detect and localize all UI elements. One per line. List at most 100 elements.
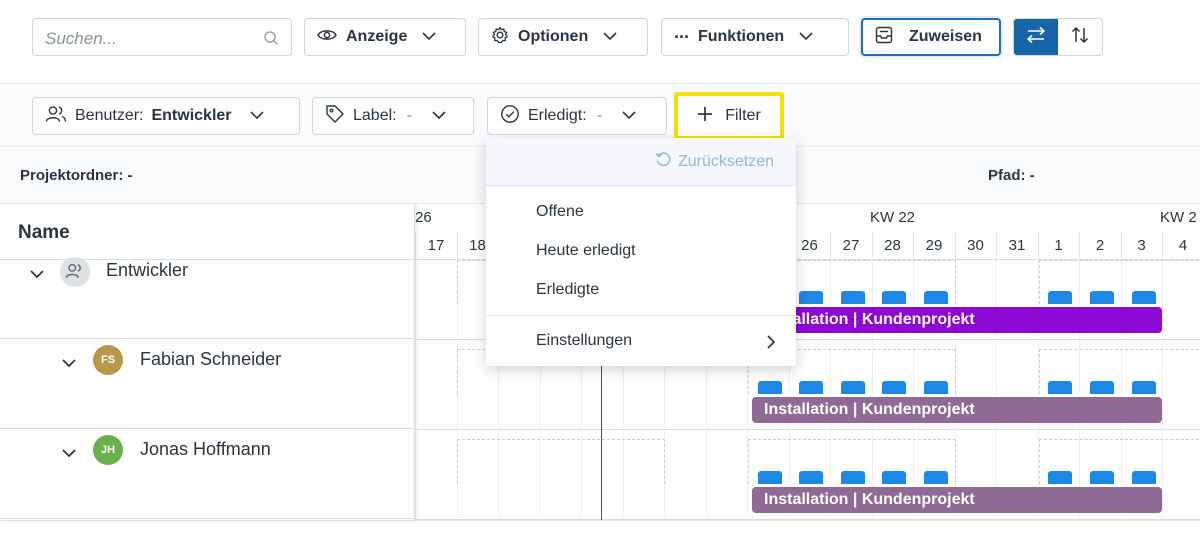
swap-horizontal-icon <box>1025 26 1047 49</box>
menu-item-done-today[interactable]: Heute erledigt <box>536 242 636 260</box>
chevron-down-icon <box>622 107 636 125</box>
task-block[interactable] <box>924 291 948 304</box>
day-header-cell: 29 <box>913 232 954 260</box>
horizontal-swap-button[interactable] <box>1014 19 1058 55</box>
menu-divider <box>486 315 796 316</box>
assign-button[interactable]: Zuweisen <box>861 18 1001 56</box>
chevron-down-icon[interactable] <box>62 355 76 373</box>
tag-icon <box>325 104 345 129</box>
label-filter-value: - <box>406 107 412 124</box>
chevron-down-icon <box>432 107 446 125</box>
dropdown-header: Zurücksetzen <box>486 138 796 186</box>
view-button[interactable]: Anzeige <box>304 18 466 56</box>
task-block[interactable] <box>882 291 906 304</box>
chevron-down-icon <box>799 28 813 46</box>
done-filter-label: Erledigt: <box>528 107 587 124</box>
chevron-down-icon <box>603 28 617 46</box>
row-divider <box>415 429 1200 430</box>
task-block[interactable] <box>841 471 865 484</box>
task-block[interactable] <box>799 381 823 394</box>
user-filter-value: Entwickler <box>151 107 232 124</box>
task-block[interactable] <box>924 381 948 394</box>
day-header-cell: 28 <box>871 232 913 260</box>
user-filter[interactable]: Benutzer: Entwickler <box>32 97 300 135</box>
inbox-icon <box>875 26 893 49</box>
task-block[interactable] <box>882 471 906 484</box>
add-filter-button[interactable]: Filter <box>674 92 784 140</box>
day-header-cell: 4 <box>1162 232 1200 260</box>
project-bar[interactable]: Installation | Kundenprojekt <box>752 487 1162 513</box>
task-block[interactable] <box>758 381 782 394</box>
group-avatar <box>60 257 90 287</box>
day-header-cell: 2 <box>1079 232 1120 260</box>
reset-label: Zurücksetzen <box>677 153 774 170</box>
vertical-swap-button[interactable] <box>1058 19 1102 55</box>
avatar: FS <box>93 345 123 375</box>
search-icon <box>263 30 279 51</box>
functions-button[interactable]: ··· Funktionen <box>661 18 849 56</box>
task-block[interactable] <box>1090 291 1114 304</box>
task-block[interactable] <box>924 471 948 484</box>
day-header-cell: 3 <box>1120 232 1162 260</box>
task-block[interactable] <box>799 291 823 304</box>
day-column-line <box>415 260 416 520</box>
list-item[interactable]: FS Fabian Schneider <box>0 339 415 429</box>
day-column-line <box>996 260 997 520</box>
task-block[interactable] <box>841 381 865 394</box>
project-bar[interactable]: Installation | Kundenprojekt <box>752 397 1162 423</box>
menu-item-settings[interactable]: Einstellungen <box>536 332 776 350</box>
name-header-label: Name <box>18 222 70 243</box>
options-button[interactable]: Optionen <box>478 18 648 56</box>
task-block[interactable] <box>1048 471 1072 484</box>
task-block[interactable] <box>841 291 865 304</box>
label-filter-label: Label: <box>353 107 397 124</box>
list-item[interactable]: Entwickler <box>0 257 415 339</box>
users-icon <box>45 105 67 128</box>
day-header-cell: 1 <box>1037 232 1079 260</box>
user-name: Jonas Hoffmann <box>140 439 271 459</box>
done-filter-dropdown: Zurücksetzen Offene Heute erledigt Erled… <box>486 138 796 366</box>
eye-icon <box>317 28 337 47</box>
avatar: JH <box>93 435 123 465</box>
task-block[interactable] <box>1132 291 1156 304</box>
search-input[interactable]: Suchen... <box>32 18 292 56</box>
day-header-cell: 27 <box>830 232 871 260</box>
day-header-cell: 17 <box>415 232 456 260</box>
task-block[interactable] <box>1090 381 1114 394</box>
task-block[interactable] <box>1048 291 1072 304</box>
resource-list: Name Entwickler FS Fabian Schneider JH J… <box>0 204 415 520</box>
task-block[interactable] <box>1090 471 1114 484</box>
label-filter[interactable]: Label: - <box>312 97 474 135</box>
chevron-right-icon <box>767 335 776 354</box>
check-circle-icon <box>500 104 520 129</box>
toolbar: Suchen... Anzeige Optionen ··· Funktione… <box>0 0 1200 84</box>
name-column-header[interactable]: Name <box>0 204 415 260</box>
menu-item-done[interactable]: Erledigte <box>536 281 599 299</box>
users-icon <box>65 262 85 283</box>
menu-item-open[interactable]: Offene <box>536 203 584 221</box>
task-block[interactable] <box>799 471 823 484</box>
task-block[interactable] <box>882 381 906 394</box>
options-label: Optionen <box>518 28 589 45</box>
task-block[interactable] <box>1048 381 1072 394</box>
view-label: Anzeige <box>346 28 408 45</box>
gear-icon <box>491 25 509 49</box>
project-folder-text: Projektordner: - <box>20 167 133 184</box>
done-filter[interactable]: Erledigt: - <box>487 97 667 135</box>
task-block[interactable] <box>1132 381 1156 394</box>
functions-label: Funktionen <box>697 28 785 45</box>
done-filter-value: - <box>596 107 603 124</box>
task-block[interactable] <box>758 471 782 484</box>
user-name: Fabian Schneider <box>140 349 282 369</box>
chevron-down-icon <box>249 107 264 125</box>
horizontal-scrollbar[interactable] <box>0 520 1200 533</box>
user-filter-label: Benutzer: <box>75 107 144 124</box>
project-bar[interactable]: Installation | Kundenprojekt <box>752 307 1162 333</box>
reset-button[interactable]: Zurücksetzen <box>655 151 774 173</box>
assign-label: Zuweisen <box>909 28 982 45</box>
group-name: Entwickler <box>106 260 189 280</box>
list-item[interactable]: JH Jonas Hoffmann <box>0 429 415 519</box>
chevron-down-icon[interactable] <box>30 266 44 284</box>
chevron-down-icon[interactable] <box>62 445 76 463</box>
task-block[interactable] <box>1132 471 1156 484</box>
